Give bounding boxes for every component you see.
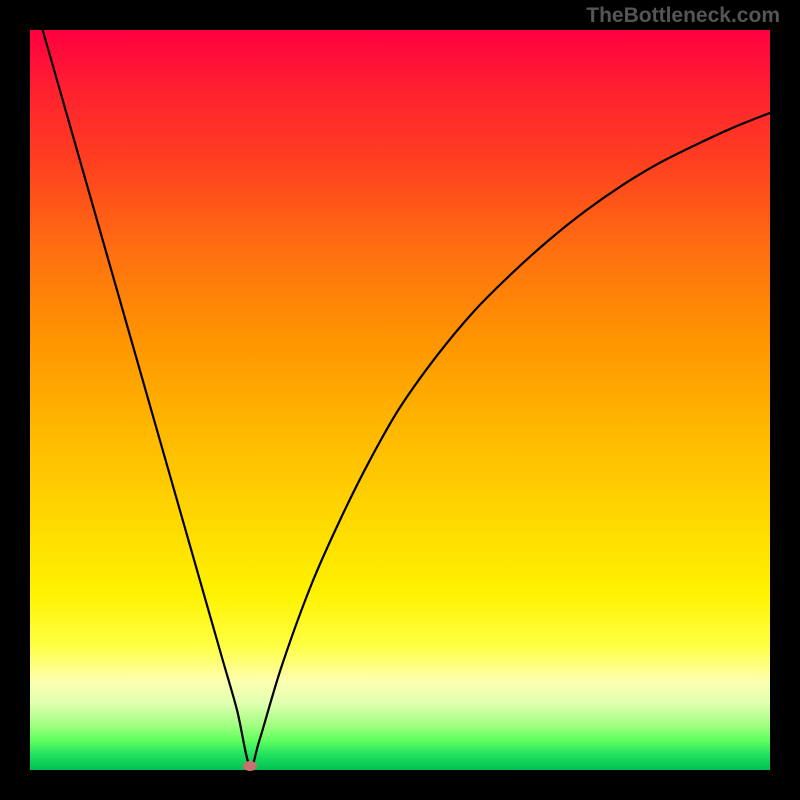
chart-area: [30, 30, 770, 770]
watermark-label: TheBottleneck.com: [586, 4, 780, 28]
minimum-marker-dot: [243, 761, 257, 771]
bottleneck-curve: [30, 30, 770, 770]
